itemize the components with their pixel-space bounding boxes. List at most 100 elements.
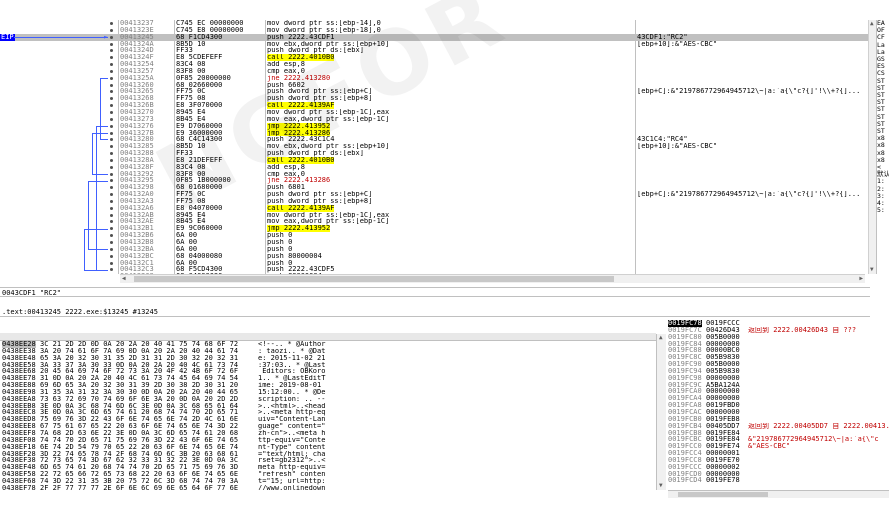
stack-row[interactable]: 0019FCAC 00000000 xyxy=(668,409,889,416)
disasm-row[interactable]: 004132B8 6A 00 push 0 xyxy=(0,239,868,246)
disassembly-vertical-scrollbar[interactable]: ▲ ▼ xyxy=(868,20,876,274)
breakpoint-dot-icon[interactable] xyxy=(110,110,113,114)
stack-row[interactable]: 0019FCC0 0019FE74 &"AES-CBC" xyxy=(668,443,889,450)
breakpoint-dot-icon[interactable] xyxy=(110,213,113,217)
stack-row[interactable]: 0019FC8C 005B9830 xyxy=(668,354,889,361)
disasm-row[interactable]: 00413270 8945 E4 mov dword ptr ss:[ebp-1C]… xyxy=(0,109,868,116)
disasm-row[interactable]: 004132A3 FF75 08 push dword ptr ss:[ebp+8] xyxy=(0,198,868,205)
stack-row[interactable]: 0019FC98 00000000 xyxy=(668,375,889,382)
breakpoint-dot-icon[interactable] xyxy=(110,35,113,39)
stack-row[interactable]: 0019FCD0 00000000 xyxy=(668,471,889,478)
dump-row[interactable]: 0438EE98 31 35 3A 31 32 3A 30 30 0D 0A 20… xyxy=(0,389,656,396)
breakpoint-dot-icon[interactable] xyxy=(110,117,113,121)
disasm-row[interactable]: 00413273 8B45 E4 mov eax,dword ptr ss:[ebp… xyxy=(0,116,868,123)
disasm-row[interactable]: 004132BC 68 04000080 push 80000004 xyxy=(0,253,868,260)
breakpoint-dot-icon[interactable] xyxy=(110,76,113,80)
dump-row[interactable]: 0438EF78 2F 2F 77 77 77 2E 6F 6E 6C 69 6E… xyxy=(0,485,656,490)
disasm-row[interactable]: 004132AE 8B45 E4 mov eax,dword ptr ss:[ebp… xyxy=(0,218,868,225)
dump-row[interactable]: 0438EF28 3D 22 74 65 78 74 2F 68 74 6D 6C… xyxy=(0,451,656,458)
dump-row[interactable]: 0438EEC8 3E 0D 0A 3C 6D 65 74 61 20 68 74… xyxy=(0,409,656,416)
dump-row[interactable]: 0438EE58 3A 33 37 3A 30 33 0D 0A 20 2A 20… xyxy=(0,362,656,369)
stack-row[interactable]: 0019FCD4 0019FE78 xyxy=(668,477,889,484)
breakpoint-dot-icon[interactable] xyxy=(110,179,113,183)
dump-row[interactable]: 0438EF58 22 72 65 66 72 65 73 68 22 20 63… xyxy=(0,471,656,478)
breakpoint-dot-icon[interactable] xyxy=(110,97,113,101)
memory-dump-pane[interactable]: 0438EE28 3C 21 2D 2D 0D 0A 20 2A 20 40 41… xyxy=(0,340,656,490)
breakpoint-dot-icon[interactable] xyxy=(110,49,113,53)
breakpoint-dot-icon[interactable] xyxy=(110,158,113,162)
dump-row[interactable]: 0438EF48 6D 65 74 61 20 68 74 74 70 2D 65… xyxy=(0,464,656,471)
dump-row[interactable]: 0438EF08 74 74 70 2D 65 71 75 69 76 3D 22… xyxy=(0,437,656,444)
breakpoint-dot-icon[interactable] xyxy=(110,241,113,244)
disassembly-horizontal-scrollbar[interactable]: ◀ ▶ xyxy=(120,274,865,283)
stack-row[interactable]: 0019FC90 005B0000 xyxy=(668,361,889,368)
breakpoint-dot-icon[interactable] xyxy=(110,131,113,135)
dump-row[interactable]: 0438EEF8 7A 68 2D 63 6E 22 3E 0D 0A 3C 6D… xyxy=(0,430,656,437)
dump-row[interactable]: 0438EE48 65 3A 20 32 30 31 35 2D 31 31 2D… xyxy=(0,355,656,362)
disasm-row[interactable]: 004132B6 6A 00 push 0 xyxy=(0,232,868,239)
stack-row[interactable]: 0019FCB4 00405DD7 返回到 2222.00405DD7 自 2222… xyxy=(668,423,889,430)
breakpoint-dot-icon[interactable] xyxy=(110,104,113,108)
breakpoint-dot-icon[interactable] xyxy=(110,22,113,25)
disasm-row[interactable]: 00413280 68 C4C14300 push 2222.43C1C4 43C1C… xyxy=(0,136,868,143)
disasm-row[interactable]: 0041328A E8 21DEFEFF call 2222.4010B0 xyxy=(0,156,868,164)
disasm-row[interactable]: 004132AB 8945 E4 mov dword ptr ss:[ebp-1C]… xyxy=(0,212,868,219)
dump-row[interactable]: 0438EEB8 3E 0D 0A 3C 68 74 6D 6C 3E 0D 0A… xyxy=(0,403,656,410)
scroll-up-icon[interactable]: ▲ xyxy=(870,20,874,28)
stack-horizontal-scrollbar[interactable] xyxy=(668,490,889,498)
dump-row[interactable]: 0438EF68 74 3D 22 31 35 3B 20 75 72 6C 3D… xyxy=(0,478,656,485)
breakpoint-dot-icon[interactable] xyxy=(110,63,113,67)
disasm-row[interactable]: 004132A0 FF75 0C push dword ptr ss:[ebp+C]… xyxy=(0,191,868,198)
breakpoint-dot-icon[interactable] xyxy=(110,254,113,258)
dump-row[interactable]: 0438EED8 75 69 76 3D 22 43 6F 6E 74 65 6E… xyxy=(0,416,656,423)
disasm-row[interactable]: 004132C1 6A 00 push 0 xyxy=(0,260,868,267)
dump-row[interactable]: 0438EF38 72 73 65 74 3D 67 62 32 33 31 32… xyxy=(0,457,656,464)
breakpoint-dot-icon[interactable] xyxy=(110,234,113,238)
breakpoint-dot-icon[interactable] xyxy=(110,261,113,265)
stack-row[interactable]: 0019FCA8 0019FBD0 xyxy=(668,402,889,409)
registers-pane[interactable]: EA OF CF La La GS ES CS ST ST ST ST ST ST ST ST x8 x8 x8 x8… xyxy=(876,20,889,274)
disasm-row[interactable]: 0041328F 83C4 08 add esp,8 xyxy=(0,164,868,171)
stack-row[interactable]: 0019FCC4 00000001 xyxy=(668,450,889,457)
stack-row[interactable]: 0019FCBC 0019FE84 &"219786772964945712\~|a… xyxy=(668,436,889,443)
breakpoint-dot-icon[interactable] xyxy=(110,172,113,176)
breakpoint-dot-icon[interactable] xyxy=(110,193,113,197)
disasm-row[interactable]: 00413292 83F8 00 cmp eax,0 xyxy=(0,171,868,178)
breakpoint-dot-icon[interactable] xyxy=(110,206,113,210)
stack-row[interactable]: 0019FCC8 0019FE70 xyxy=(668,457,889,464)
breakpoint-dot-icon[interactable] xyxy=(110,28,113,32)
dump-row[interactable]: 0438EF18 6E 74 2D 54 79 70 65 22 20 63 6F… xyxy=(0,444,656,451)
breakpoint-dot-icon[interactable] xyxy=(110,152,113,156)
disasm-row[interactable]: 004132A6 E8 04070000 call 2222.4139AF xyxy=(0,204,868,212)
stack-row[interactable]: 0019FC94 005B9830 xyxy=(668,368,889,375)
stack-row[interactable]: 0019FC80 005B0000 xyxy=(668,334,889,341)
stack-row[interactable]: 0019FC7C 00426D43 返回到 2222.00426D43 自 ??? xyxy=(668,327,889,334)
breakpoint-dot-icon[interactable] xyxy=(110,83,113,87)
stack-row[interactable]: 0019FCCC 00000002 xyxy=(668,464,889,471)
disasm-row[interactable]: 0041326B E8 3F070000 call 2222.4139AF xyxy=(0,102,868,109)
breakpoint-dot-icon[interactable] xyxy=(110,220,113,224)
scroll-up-icon[interactable]: ▲ xyxy=(659,334,663,342)
dump-row[interactable]: 0438EEE8 67 75 61 67 65 22 20 63 6F 6E 74… xyxy=(0,423,656,430)
breakpoint-dot-icon[interactable] xyxy=(110,90,113,94)
breakpoint-dot-icon[interactable] xyxy=(110,42,113,46)
stack-row[interactable]: 0019FC9C A5BA124A xyxy=(668,382,889,389)
disasm-row[interactable]: 004132B1 E9 9C060000 jmp 2222.413952 xyxy=(0,225,868,233)
breakpoint-dot-icon[interactable] xyxy=(110,124,113,128)
disasm-row[interactable]: 00413276 E9 D7060000 jmp 2222.413952 xyxy=(0,122,868,130)
breakpoint-dot-icon[interactable] xyxy=(110,247,113,251)
stack-row[interactable]: 0019FCA0 00000000 xyxy=(668,388,889,395)
breakpoint-dot-icon[interactable] xyxy=(110,69,113,73)
stack-row[interactable]: 0019FC84 00000000 xyxy=(668,341,889,348)
breakpoint-dot-icon[interactable] xyxy=(110,186,113,190)
breakpoint-dot-icon[interactable] xyxy=(110,138,113,142)
scroll-right-icon[interactable]: ▶ xyxy=(859,275,863,283)
stack-row[interactable]: 0019FCB0 0019FEB8 xyxy=(668,416,889,423)
dump-row[interactable]: 0438EEA8 73 63 72 69 70 74 69 6F 6E 3A 20… xyxy=(0,396,656,403)
scroll-down-icon[interactable]: ▼ xyxy=(870,266,874,274)
breakpoint-dot-icon[interactable] xyxy=(110,199,113,203)
breakpoint-dot-icon[interactable] xyxy=(110,165,113,169)
stack-scroll-thumb[interactable] xyxy=(678,492,768,497)
dump-row[interactable]: 0438EE88 69 6D 65 3A 20 32 30 31 39 2D 30… xyxy=(0,382,656,389)
disasm-row[interactable]: 004132BA 6A 00 push 0 xyxy=(0,246,868,253)
